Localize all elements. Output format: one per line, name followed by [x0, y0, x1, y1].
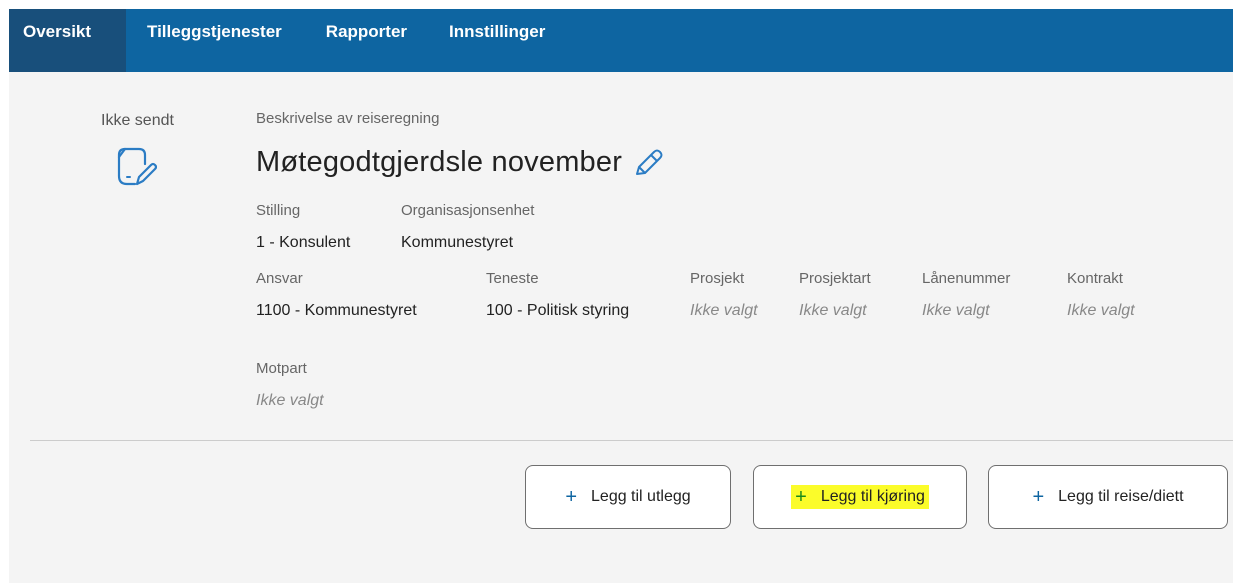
plus-icon: +: [795, 486, 807, 508]
tab-innstillinger[interactable]: Innstillinger: [427, 9, 565, 72]
add-travel-button[interactable]: + Legg til reise/diett: [988, 465, 1228, 529]
plus-icon: +: [1032, 486, 1045, 508]
prosjekt-label: Prosjekt: [690, 270, 745, 287]
pencil-icon[interactable]: [632, 147, 664, 179]
status-block: Ikke sendt: [91, 112, 191, 186]
description-caption: Beskrivelse av reiseregning: [256, 110, 440, 127]
teneste-label: Teneste: [486, 270, 539, 287]
page-title: Møtegodtgjerdsle november: [256, 146, 623, 178]
motpart-value: Ikke valgt: [256, 392, 324, 409]
stilling-value: 1 - Konsulent: [256, 234, 351, 251]
prosjektart-value: Ikke valgt: [799, 302, 867, 319]
organisasjonsenhet-label: Organisasjonsenhet: [401, 202, 535, 219]
teneste-value: 100 - Politisk styring: [486, 302, 630, 319]
kontrakt-value: Ikke valgt: [1067, 302, 1135, 319]
status-label: Ikke sendt: [101, 112, 174, 129]
organisasjonsenhet-value: Kommunestyret: [401, 234, 514, 251]
prosjekt-value: Ikke valgt: [690, 302, 758, 319]
ansvar-value: 1100 - Kommunestyret: [256, 302, 417, 319]
stilling-label: Stilling: [256, 202, 301, 219]
highlight: + Legg til kjøring: [791, 485, 929, 509]
tab-tilleggstjenester[interactable]: Tilleggstjenester: [126, 9, 302, 72]
add-expense-label: Legg til utlegg: [591, 488, 691, 505]
add-driving-label: Legg til kjøring: [820, 488, 925, 505]
title-row: Møtegodtgjerdsle november: [256, 146, 664, 179]
add-expense-button[interactable]: + Legg til utlegg: [525, 465, 731, 529]
ansvar-label: Ansvar: [256, 270, 303, 287]
top-navigation: Oversikt Tilleggstjenester Rapporter Inn…: [9, 9, 1233, 72]
motpart-label: Motpart: [256, 360, 307, 377]
document-edit-icon: [115, 146, 158, 195]
tab-oversikt[interactable]: Oversikt: [9, 9, 126, 72]
plus-icon: +: [565, 486, 578, 508]
prosjektart-label: Prosjektart: [799, 270, 871, 287]
lanenummer-label: Lånenummer: [922, 270, 1011, 287]
add-driving-button[interactable]: + Legg til kjøring: [753, 465, 967, 529]
divider: [30, 440, 1233, 441]
lanenummer-value: Ikke valgt: [922, 302, 990, 319]
kontrakt-label: Kontrakt: [1067, 270, 1123, 287]
tab-rapporter[interactable]: Rapporter: [302, 9, 427, 72]
add-travel-label: Legg til reise/diett: [1058, 488, 1184, 505]
app-frame: Oversikt Tilleggstjenester Rapporter Inn…: [9, 9, 1233, 583]
